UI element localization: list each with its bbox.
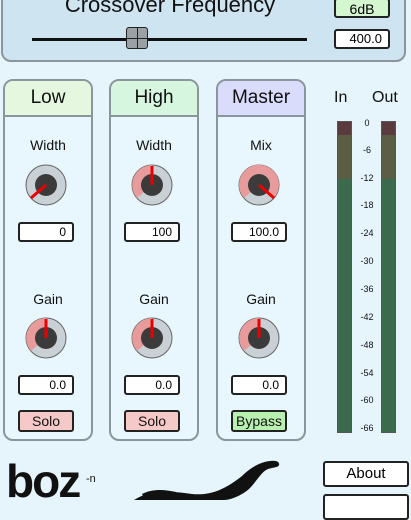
width-knob[interactable] bbox=[24, 163, 68, 207]
width-knob[interactable] bbox=[130, 163, 174, 207]
gain-value-field[interactable]: 0.0 bbox=[231, 375, 287, 395]
width-value-field[interactable]: 100 bbox=[124, 222, 180, 242]
meter-scale-tick: -12 bbox=[360, 173, 374, 183]
ferret-logo-icon bbox=[134, 460, 280, 500]
bypass-button[interactable]: Bypass bbox=[231, 410, 287, 432]
meter-scale-tick: -48 bbox=[360, 340, 374, 350]
meter-scale-tick: -6 bbox=[362, 145, 371, 155]
meter-scale-tick: -54 bbox=[360, 368, 374, 378]
meter-scale-tick: -60 bbox=[360, 395, 374, 405]
gain-value-field[interactable]: 0.0 bbox=[124, 375, 180, 395]
brand-logo-superscript: -n bbox=[86, 473, 96, 485]
knob-label-width: Width bbox=[136, 137, 172, 153]
gain-knob[interactable] bbox=[130, 316, 174, 360]
meter-scale-tick: -66 bbox=[360, 423, 374, 433]
meter-label-in: In bbox=[334, 89, 348, 106]
mix-knob[interactable] bbox=[237, 163, 281, 207]
meter-scale-tick: -36 bbox=[360, 284, 374, 294]
crossover-frequency-field[interactable]: 400.0 bbox=[334, 29, 390, 49]
meter-scale-tick: -24 bbox=[360, 228, 374, 238]
knob-label-gain: Gain bbox=[246, 291, 276, 307]
meter-scale-tick: 0 bbox=[364, 118, 370, 128]
width-value-field[interactable]: 0 bbox=[18, 222, 74, 242]
crossover-slider-track[interactable] bbox=[32, 38, 307, 41]
band-header-low: Low bbox=[5, 81, 91, 117]
meter-scale-tick: -18 bbox=[360, 200, 374, 210]
mix-value-field[interactable]: 100.0 bbox=[231, 222, 287, 242]
crossover-slider-thumb[interactable] bbox=[126, 27, 148, 49]
solo-button-high[interactable]: Solo bbox=[124, 410, 180, 432]
output-meter bbox=[381, 121, 396, 433]
band-panel-high: High Width 100 Gain 0.0 Solo bbox=[109, 79, 199, 441]
input-meter bbox=[337, 121, 352, 433]
band-header-high: High bbox=[111, 81, 197, 117]
knob-label-mix: Mix bbox=[250, 137, 272, 153]
about-button[interactable]: About bbox=[323, 461, 409, 487]
slope-toggle-button[interactable]: 6dB bbox=[334, 0, 390, 18]
band-header-master: Master bbox=[218, 81, 304, 117]
knob-label-gain: Gain bbox=[33, 291, 63, 307]
knob-label-gain: Gain bbox=[139, 291, 169, 307]
crossover-title: Crossover Frequency bbox=[64, 0, 276, 17]
band-panel-low: Low Width 0 Gain 0.0 Solo bbox=[3, 79, 93, 441]
band-panel-master: Master Mix 100.0 Gain 0.0 Bypass bbox=[216, 79, 306, 441]
meter-scale-tick: -30 bbox=[360, 256, 374, 266]
solo-button-low[interactable]: Solo bbox=[18, 410, 74, 432]
gain-knob[interactable] bbox=[24, 316, 68, 360]
gain-value-field[interactable]: 0.0 bbox=[18, 375, 74, 395]
secondary-button[interactable] bbox=[323, 494, 409, 520]
gain-knob[interactable] bbox=[237, 316, 281, 360]
knob-label-width: Width bbox=[30, 137, 66, 153]
meter-label-out: Out bbox=[372, 89, 398, 106]
meter-scale-tick: -42 bbox=[360, 312, 374, 322]
